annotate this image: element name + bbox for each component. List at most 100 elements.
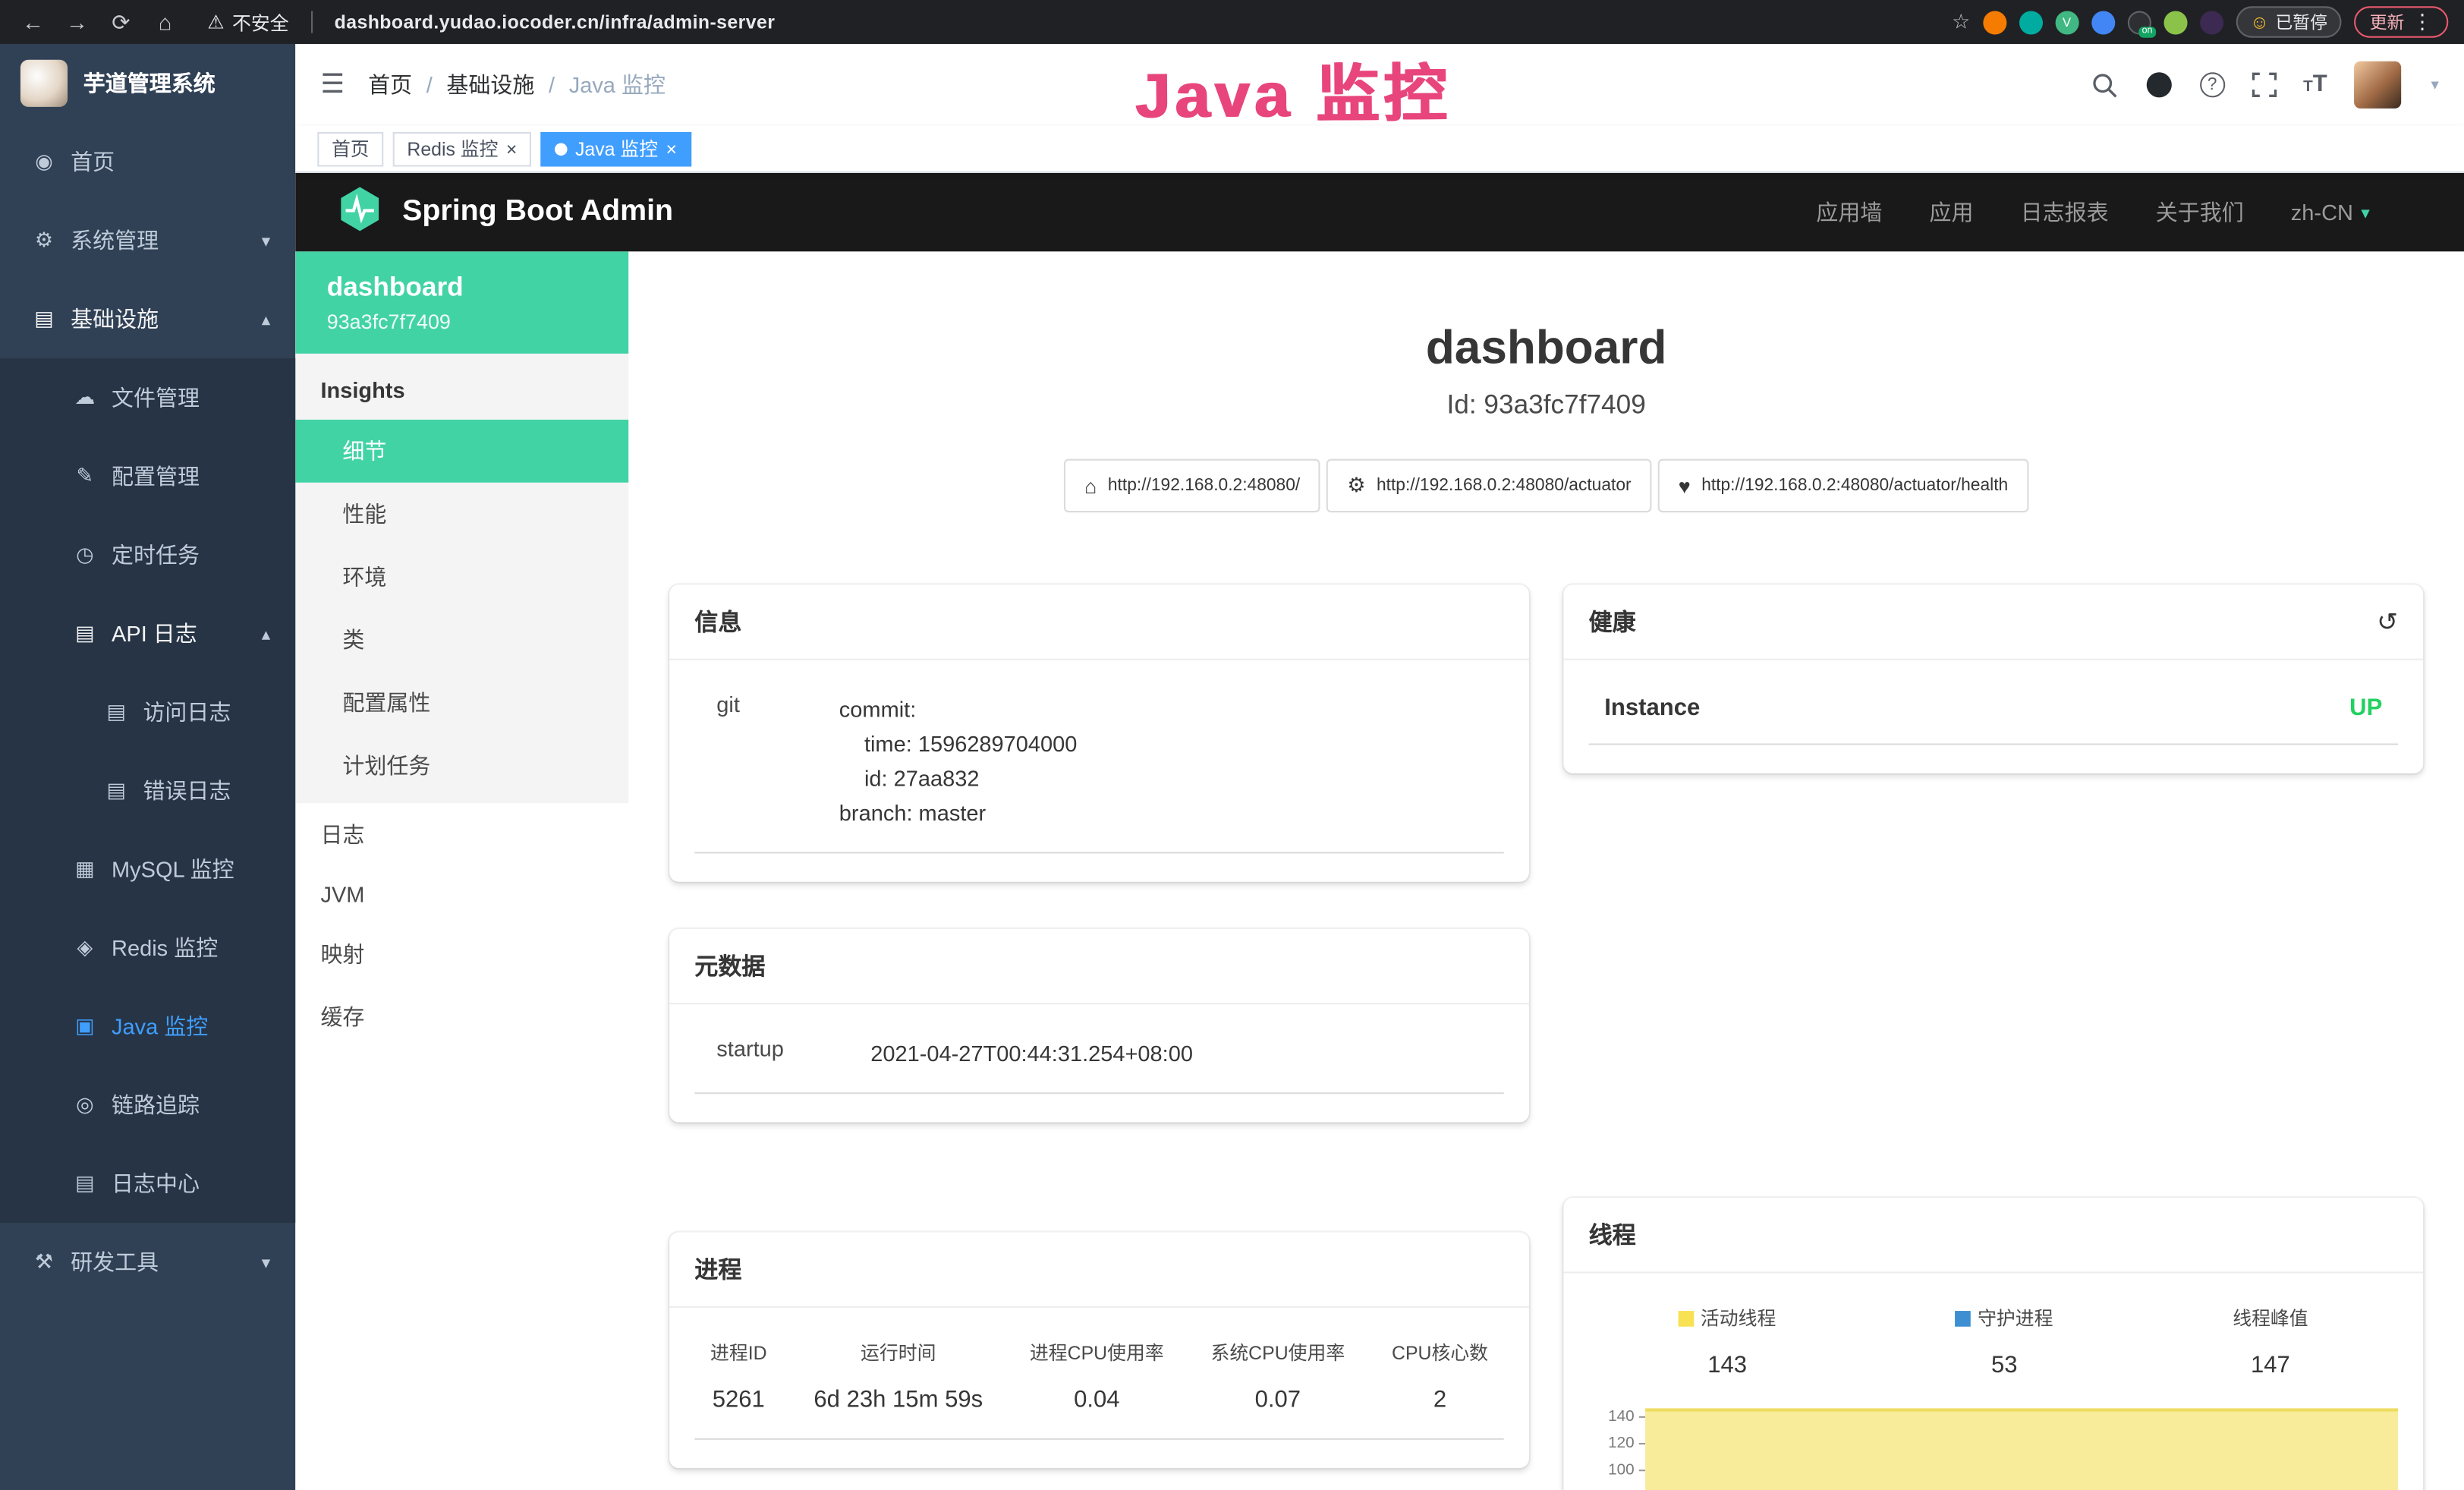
item-label: 文件管理 bbox=[112, 382, 200, 413]
close-icon[interactable]: × bbox=[666, 139, 677, 158]
stat-value: 6d 23h 15m 59s bbox=[813, 1386, 983, 1413]
extension-icon[interactable]: V bbox=[2055, 10, 2079, 33]
sba-main: dashboard Id: 93a3fc7f7409 ⌂ http://192.… bbox=[628, 251, 2464, 1490]
address-url[interactable]: dashboard.yudao.iocoder.cn/infra/admin-s… bbox=[335, 11, 776, 33]
tab-redis-monitor[interactable]: Redis 监控 × bbox=[393, 131, 531, 166]
sba-nav-wallboard[interactable]: 应用墙 bbox=[1816, 197, 1882, 228]
sidebar-item-config-management[interactable]: ✎ 配置管理 bbox=[0, 437, 295, 516]
sidebar-item-infrastructure[interactable]: ▤ 基础设施 ▴ bbox=[0, 280, 295, 359]
log-icon: ▤ bbox=[104, 700, 129, 725]
sba-item-mappings[interactable]: 映射 bbox=[295, 923, 628, 986]
extension-icon[interactable] bbox=[2200, 10, 2223, 33]
sidebar-item-error-logs[interactable]: ▤ 错误日志 bbox=[0, 751, 295, 830]
log-icon: ▤ bbox=[104, 778, 129, 803]
extension-icon[interactable] bbox=[2091, 10, 2115, 33]
sidebar-item-log-center[interactable]: ▤ 日志中心 bbox=[0, 1145, 295, 1224]
language-selector[interactable]: zh-CN ▾ bbox=[2291, 200, 2370, 225]
overflow-menu-icon[interactable]: ⋮ bbox=[2412, 9, 2433, 34]
active-dot bbox=[555, 142, 568, 155]
forward-icon[interactable]: → bbox=[60, 9, 95, 34]
info-row-git: git commit: time: 1596289704000 id: 27aa… bbox=[694, 688, 1503, 853]
actuator-url-link[interactable]: ⚙ http://192.168.0.2:48080/actuator bbox=[1326, 459, 1651, 512]
sba-nav-applications[interactable]: 应用 bbox=[1930, 197, 1974, 228]
security-chip[interactable]: ⚠ 不安全 bbox=[207, 8, 288, 35]
legend-label: 活动线程 bbox=[1701, 1305, 1776, 1331]
github-icon[interactable] bbox=[2145, 71, 2173, 99]
profile-chip[interactable]: ☺ 已暂停 bbox=[2236, 6, 2341, 37]
sidebar-item-scheduled-tasks[interactable]: ◷ 定时任务 bbox=[0, 515, 295, 594]
sba-item-environment[interactable]: 环境 bbox=[295, 546, 628, 609]
service-url-link[interactable]: ⌂ http://192.168.0.2:48080/ bbox=[1064, 459, 1320, 512]
tab-label: Redis 监控 bbox=[407, 135, 498, 162]
sidebar-item-home[interactable]: ◉ 首页 bbox=[0, 123, 295, 202]
sidebar-item-file-management[interactable]: ☁ 文件管理 bbox=[0, 358, 295, 437]
sba-item-config-props[interactable]: 配置属性 bbox=[295, 671, 628, 734]
git-time-line: time: 1596289704000 bbox=[839, 726, 1078, 761]
help-icon[interactable]: ? bbox=[2199, 72, 2224, 97]
process-stats-row: 进程ID 5261 运行时间 6d 23h 15m 59s bbox=[694, 1336, 1503, 1440]
sba-item-metrics[interactable]: 性能 bbox=[295, 483, 628, 546]
close-icon[interactable]: × bbox=[506, 139, 518, 158]
breadcrumb-home[interactable]: 首页 bbox=[368, 69, 412, 100]
sidebar-item-mysql-monitor[interactable]: ▦ MySQL 监控 bbox=[0, 830, 295, 909]
link-label: http://192.168.0.2:48080/actuator bbox=[1377, 476, 1632, 495]
sidebar-item-java-monitor[interactable]: ▣ Java 监控 bbox=[0, 987, 295, 1066]
tab-label: Java 监控 bbox=[575, 135, 658, 162]
heart-icon: ♥ bbox=[1679, 474, 1691, 497]
sba-nav-about[interactable]: 关于我们 bbox=[2156, 197, 2244, 228]
clock-icon: ◷ bbox=[72, 542, 97, 567]
bookmark-star-icon[interactable]: ☆ bbox=[1952, 9, 1970, 34]
sidebar-item-access-logs[interactable]: ▤ 访问日志 bbox=[0, 673, 295, 751]
wrench-icon: ⚙ bbox=[1347, 473, 1365, 498]
process-stat: CPU核心数 2 bbox=[1392, 1339, 1488, 1413]
y-axis: 140 120 100 bbox=[1589, 1403, 1646, 1490]
extension-icon[interactable] bbox=[2019, 10, 2042, 33]
process-stat: 系统CPU使用率 0.07 bbox=[1210, 1339, 1345, 1413]
trace-icon: ◎ bbox=[72, 1092, 97, 1117]
extension-icon[interactable] bbox=[2163, 10, 2187, 33]
gear-icon: ⚙ bbox=[31, 228, 56, 253]
sba-item-scheduled-tasks[interactable]: 计划任务 bbox=[295, 734, 628, 797]
breadcrumb-infrastructure[interactable]: 基础设施 bbox=[446, 69, 534, 100]
item-label: 首页 bbox=[71, 146, 115, 178]
history-icon[interactable]: ↺ bbox=[2377, 606, 2398, 637]
stat-label: 进程ID bbox=[710, 1339, 767, 1366]
item-label: 错误日志 bbox=[143, 775, 231, 806]
sba-item-caches[interactable]: 缓存 bbox=[295, 985, 628, 1048]
sba-item-logs[interactable]: 日志 bbox=[295, 803, 628, 866]
item-label: 日志中心 bbox=[112, 1168, 200, 1199]
instance-header[interactable]: dashboard 93a3fc7f7409 bbox=[295, 251, 628, 354]
dashboard-icon: ◉ bbox=[31, 150, 56, 175]
reload-icon[interactable]: ⟳ bbox=[104, 8, 139, 35]
color-swatch bbox=[1679, 1310, 1695, 1326]
sba-item-jvm[interactable]: JVM bbox=[295, 866, 628, 923]
item-label: 基础设施 bbox=[71, 304, 159, 335]
update-button[interactable]: 更新 ⋮ bbox=[2354, 6, 2448, 37]
sidebar-item-system-management[interactable]: ⚙ 系统管理 ▾ bbox=[0, 201, 295, 280]
file-icon: ☁ bbox=[72, 385, 97, 410]
app-logo[interactable]: 芋道管理系统 bbox=[0, 44, 295, 123]
sidebar-item-tracing[interactable]: ◎ 链路追踪 bbox=[0, 1066, 295, 1145]
font-size-icon[interactable]: TT bbox=[2303, 71, 2327, 99]
small-t: T bbox=[2303, 79, 2313, 96]
sba-logo-icon bbox=[336, 184, 383, 239]
fullscreen-icon[interactable] bbox=[2252, 72, 2277, 97]
tab-java-monitor[interactable]: Java 监控 × bbox=[540, 131, 691, 166]
hamburger-icon[interactable]: ☰ bbox=[320, 69, 345, 100]
sidebar-item-dev-tools[interactable]: ⚒ 研发工具 ▾ bbox=[0, 1223, 295, 1302]
tab-home[interactable]: 首页 bbox=[317, 131, 383, 166]
extension-icon[interactable] bbox=[1983, 10, 2006, 33]
metadata-card: 元数据 startup 2021-04-27T00:44:31.254+08:0… bbox=[669, 929, 1529, 1123]
home-icon[interactable]: ⌂ bbox=[148, 9, 183, 34]
caret-down-icon: ▾ bbox=[2431, 76, 2438, 93]
health-url-link[interactable]: ♥ http://192.168.0.2:48080/actuator/heal… bbox=[1658, 459, 2028, 512]
sidebar-item-api-logs[interactable]: ▤ API 日志 ▴ bbox=[0, 594, 295, 673]
sba-item-classes[interactable]: 类 bbox=[295, 608, 628, 671]
extension-icon[interactable]: on bbox=[2127, 10, 2151, 33]
sba-item-details[interactable]: 细节 bbox=[295, 420, 628, 483]
sba-nav-journal[interactable]: 日志报表 bbox=[2021, 197, 2109, 228]
sidebar-item-redis-monitor[interactable]: ◈ Redis 监控 bbox=[0, 909, 295, 988]
search-icon[interactable] bbox=[2091, 71, 2118, 98]
avatar[interactable] bbox=[2354, 61, 2401, 109]
back-icon[interactable]: ← bbox=[16, 9, 51, 34]
